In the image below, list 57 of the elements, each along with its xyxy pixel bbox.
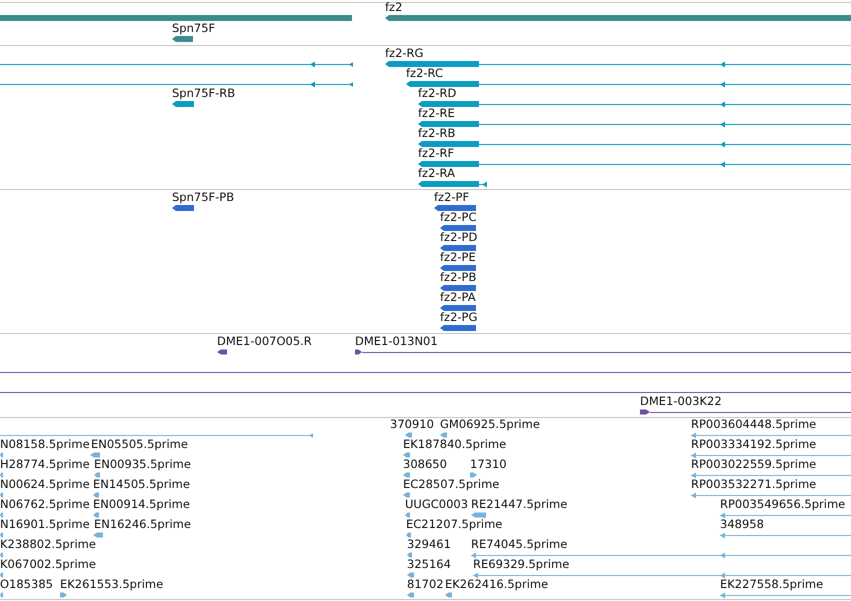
feature-label: EN14505.5prime <box>93 478 190 491</box>
feature-label: N16901.5prime <box>0 518 90 531</box>
feature-label: fz2-PE <box>440 251 476 264</box>
feature-label: UUGC0003 <box>405 498 468 511</box>
feature-label: DME1-013N01 <box>355 335 438 348</box>
feature-label: EK262416.5prime <box>445 578 548 591</box>
feature-label: EN16246.5prime <box>94 518 191 531</box>
feature-label: DME1-007O05.R <box>217 335 312 348</box>
feature-label: EN05505.5prime <box>91 438 188 451</box>
feature-label: RP003532271.5prime <box>691 478 816 491</box>
feature-label: fz2-RB <box>418 127 456 140</box>
feature-label: 17310 <box>470 458 507 471</box>
feature-label: EC28507.5prime <box>403 478 500 491</box>
feature-label: 370910 <box>390 418 434 431</box>
feature-label: 329461 <box>407 538 451 551</box>
feature-label: EK227558.5prime <box>720 578 824 591</box>
feature-label: fz2-PG <box>440 311 478 324</box>
feature-label: fz2-PD <box>440 231 478 244</box>
feature-label: fz2-PB <box>440 271 476 284</box>
feature-label: RE21447.5prime <box>471 498 568 511</box>
feature-label: GM06925.5prime <box>440 418 540 431</box>
feature-label: EK187840.5prime <box>403 438 506 451</box>
feature-label: fz2-RA <box>418 167 455 180</box>
feature-label: Spn75F-RB <box>172 87 236 100</box>
feature-label: fz2 <box>385 1 402 14</box>
feature-label: EN00914.5prime <box>93 498 190 511</box>
feature-label: K238802.5prime <box>0 538 96 551</box>
feature-label: DME1-003K22 <box>640 395 722 408</box>
feature-label: fz2-PF <box>434 191 470 204</box>
feature-label: RP003549656.5prime <box>720 498 846 511</box>
feature-label: 325164 <box>407 558 451 571</box>
feature-label: fz2-PC <box>440 211 477 224</box>
feature-label: 348958 <box>720 518 764 531</box>
feature-label: RE69329.5prime <box>473 558 570 571</box>
feature-label: N06762.5prime <box>0 498 90 511</box>
feature-label: EK261553.5prime <box>60 578 164 591</box>
feature-label: N08158.5prime <box>0 438 90 451</box>
feature-label: RP003022559.5prime <box>691 458 816 471</box>
feature-label: Spn75F <box>172 22 216 35</box>
feature-label: RE74045.5prime <box>471 538 568 551</box>
feature-label: K067002.5prime <box>0 558 96 571</box>
feature-label: N00624.5prime <box>0 478 90 491</box>
feature-label: H28774.5prime <box>0 458 90 471</box>
feature-label: RP003604448.5prime <box>691 418 816 431</box>
feature-label: Spn75F-PB <box>172 191 234 204</box>
feature-label: fz2-RD <box>418 87 456 100</box>
feature-label: RP003334192.5prime <box>691 438 816 451</box>
feature-label: EC21207.5prime <box>406 518 502 531</box>
feature-label: 81702 <box>407 578 444 591</box>
feature-label: O185385 <box>0 578 53 591</box>
feature-label: fz2-RG <box>385 47 424 60</box>
feature-label: EN00935.5prime <box>94 458 191 471</box>
feature-label: fz2-RE <box>418 107 455 120</box>
feature-label: fz2-RC <box>406 67 443 80</box>
feature-label: fz2-PA <box>440 291 476 304</box>
feature-label: 308650 <box>403 458 447 471</box>
feature-label: fz2-RF <box>418 147 454 160</box>
